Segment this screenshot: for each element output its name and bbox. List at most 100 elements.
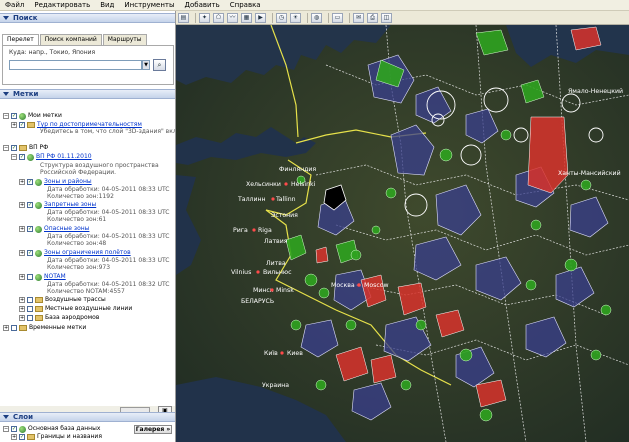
- tree-row-local-lines[interactable]: + Местные воздушные линии: [19, 305, 132, 313]
- tree-row-temp[interactable]: + Временные метки: [3, 324, 86, 332]
- add-polygon-button[interactable]: ⬠: [213, 12, 224, 23]
- tree-label: Границы и названия: [37, 433, 102, 440]
- expand-icon[interactable]: +: [11, 122, 17, 128]
- tree-link[interactable]: NOTAM: [44, 273, 66, 281]
- search-button[interactable]: ⌕: [153, 59, 166, 71]
- layers-panel-header[interactable]: Слои: [0, 412, 175, 422]
- checkbox[interactable]: [27, 315, 33, 321]
- collapse-icon[interactable]: −: [3, 113, 9, 119]
- sidebar-toggle-button[interactable]: ▤: [178, 12, 189, 23]
- checkbox[interactable]: [27, 274, 33, 280]
- tree-row-notam[interactable]: + NOTAM: [19, 273, 66, 281]
- expand-icon[interactable]: +: [19, 226, 25, 232]
- expand-icon[interactable]: +: [19, 179, 25, 185]
- checkbox[interactable]: [11, 325, 17, 331]
- tree-label: Местные воздушные линии: [45, 305, 133, 312]
- checkbox[interactable]: [27, 297, 33, 303]
- tab-fly-to[interactable]: Перелет: [2, 34, 39, 45]
- clock-icon: ◷: [278, 13, 285, 21]
- menu-edit[interactable]: Редактировать: [29, 0, 95, 11]
- checkbox[interactable]: ✓: [19, 154, 25, 160]
- tree-row-my-places[interactable]: − ✓ Мои метки: [3, 112, 62, 120]
- historical-imagery-button[interactable]: ◷: [276, 12, 287, 23]
- tree-description: Российской Федерации.: [40, 169, 117, 176]
- checkbox[interactable]: ✓: [19, 122, 25, 128]
- places-panel-header[interactable]: Метки: [0, 89, 175, 99]
- menu-view[interactable]: Вид: [95, 0, 119, 11]
- tab-find-businesses[interactable]: Поиск компаний: [39, 34, 102, 45]
- record-tour-button[interactable]: ▶: [255, 12, 266, 23]
- switch-planet-button[interactable]: ◍: [311, 12, 322, 23]
- collapse-icon[interactable]: −: [3, 145, 9, 151]
- ruler-button[interactable]: ▭: [332, 12, 343, 23]
- collapse-icon[interactable]: −: [11, 154, 17, 160]
- tree-link[interactable]: Зоны и районы: [44, 178, 92, 186]
- checkbox[interactable]: ✓: [27, 202, 33, 208]
- search-input[interactable]: [9, 60, 142, 70]
- tree-row-airways[interactable]: + Воздушные трассы: [19, 296, 106, 304]
- collapse-icon[interactable]: −: [3, 426, 9, 432]
- checkbox[interactable]: ✓: [19, 434, 25, 440]
- checkbox[interactable]: ✓: [11, 145, 17, 151]
- tree-meta: Количество зон:973: [47, 264, 111, 271]
- tree-row-vp-rf[interactable]: − ✓ ВП РФ: [3, 144, 48, 152]
- expand-icon[interactable]: +: [3, 325, 9, 331]
- add-overlay-button[interactable]: ▦: [241, 12, 252, 23]
- checkbox[interactable]: [27, 306, 33, 312]
- tree-row-aerodromes[interactable]: + База аэродромов: [19, 314, 99, 322]
- search-history-dropdown[interactable]: ▼: [142, 60, 150, 70]
- checkbox[interactable]: ✓: [27, 179, 33, 185]
- checkbox[interactable]: ✓: [11, 426, 17, 432]
- expand-icon[interactable]: +: [19, 250, 25, 256]
- tree-label: Временные метки: [29, 324, 87, 331]
- ruler-icon: ▭: [334, 13, 341, 21]
- tree-note: Убедитесь в том, что слой "3D-здания" вк…: [40, 128, 176, 135]
- toolbar-separator: [272, 12, 273, 23]
- add-placemark-button[interactable]: ✦: [199, 12, 210, 23]
- tab-directions[interactable]: Маршруты: [102, 34, 147, 45]
- expand-icon[interactable]: +: [19, 315, 25, 321]
- menu-bar: Файл Редактировать Вид Инструменты Добав…: [0, 0, 629, 11]
- add-path-button[interactable]: 〰: [227, 12, 238, 23]
- menu-add[interactable]: Добавить: [180, 0, 225, 11]
- map-label-moscow-en: Moscow: [364, 282, 389, 289]
- tree-row-borders[interactable]: + ✓ Границы и названия: [11, 433, 102, 441]
- tree-row-dangerous[interactable]: + ✓ Опасные зоны: [19, 225, 89, 233]
- expand-icon[interactable]: +: [19, 297, 25, 303]
- map-view[interactable]: Финляндия Хельсинки Helsinki Таллинн Tal…: [176, 25, 629, 442]
- tree-row-base-db[interactable]: − ✓ Основная база данных: [3, 425, 100, 433]
- tree-row-restricted[interactable]: + ✓ Зоны ограничения полётов: [19, 249, 131, 257]
- map-label-helsinki-en: Helsinki: [291, 181, 316, 188]
- menu-tools[interactable]: Инструменты: [119, 0, 179, 11]
- network-link-icon: [35, 273, 42, 281]
- view-in-maps-button[interactable]: ◫: [381, 12, 392, 23]
- print-button[interactable]: ⎙: [367, 12, 378, 23]
- tree-link[interactable]: Опасные зоны: [44, 225, 89, 233]
- expand-icon[interactable]: +: [11, 434, 17, 440]
- expand-icon[interactable]: +: [19, 274, 25, 280]
- toolbar-separator: [307, 12, 308, 23]
- checkbox[interactable]: ✓: [27, 226, 33, 232]
- checkbox[interactable]: ✓: [27, 250, 33, 256]
- checkbox[interactable]: ✓: [11, 113, 17, 119]
- tree-link[interactable]: ВП РФ 01.11.2010: [36, 153, 92, 161]
- map-label-vilnius-ru: Вильнюс: [263, 269, 292, 276]
- tree-link[interactable]: Зоны ограничения полётов: [44, 249, 131, 257]
- tree-link[interactable]: Запретные зоны: [44, 201, 96, 209]
- gallery-arrow-icon: »: [166, 426, 171, 433]
- gallery-button[interactable]: Галерея »: [134, 425, 172, 434]
- expand-icon[interactable]: +: [19, 202, 25, 208]
- sunlight-button[interactable]: ☀: [290, 12, 301, 23]
- menu-help[interactable]: Справка: [225, 0, 266, 11]
- tree-row-forbidden[interactable]: + ✓ Запретные зоны: [19, 201, 96, 209]
- menu-file[interactable]: Файл: [0, 0, 29, 11]
- map-label-riga: Рига: [233, 227, 248, 234]
- search-panel-header[interactable]: Поиск: [0, 13, 175, 23]
- tree-meta: Количество зон:1192: [47, 193, 114, 200]
- email-button[interactable]: ✉: [353, 12, 364, 23]
- tree-row-vp-rf-date[interactable]: − ✓ ВП РФ 01.11.2010: [11, 153, 92, 161]
- database-globe-icon: [19, 425, 26, 433]
- folder-icon: [19, 325, 27, 331]
- expand-icon[interactable]: +: [19, 306, 25, 312]
- tree-row-zones[interactable]: + ✓ Зоны и районы: [19, 178, 92, 186]
